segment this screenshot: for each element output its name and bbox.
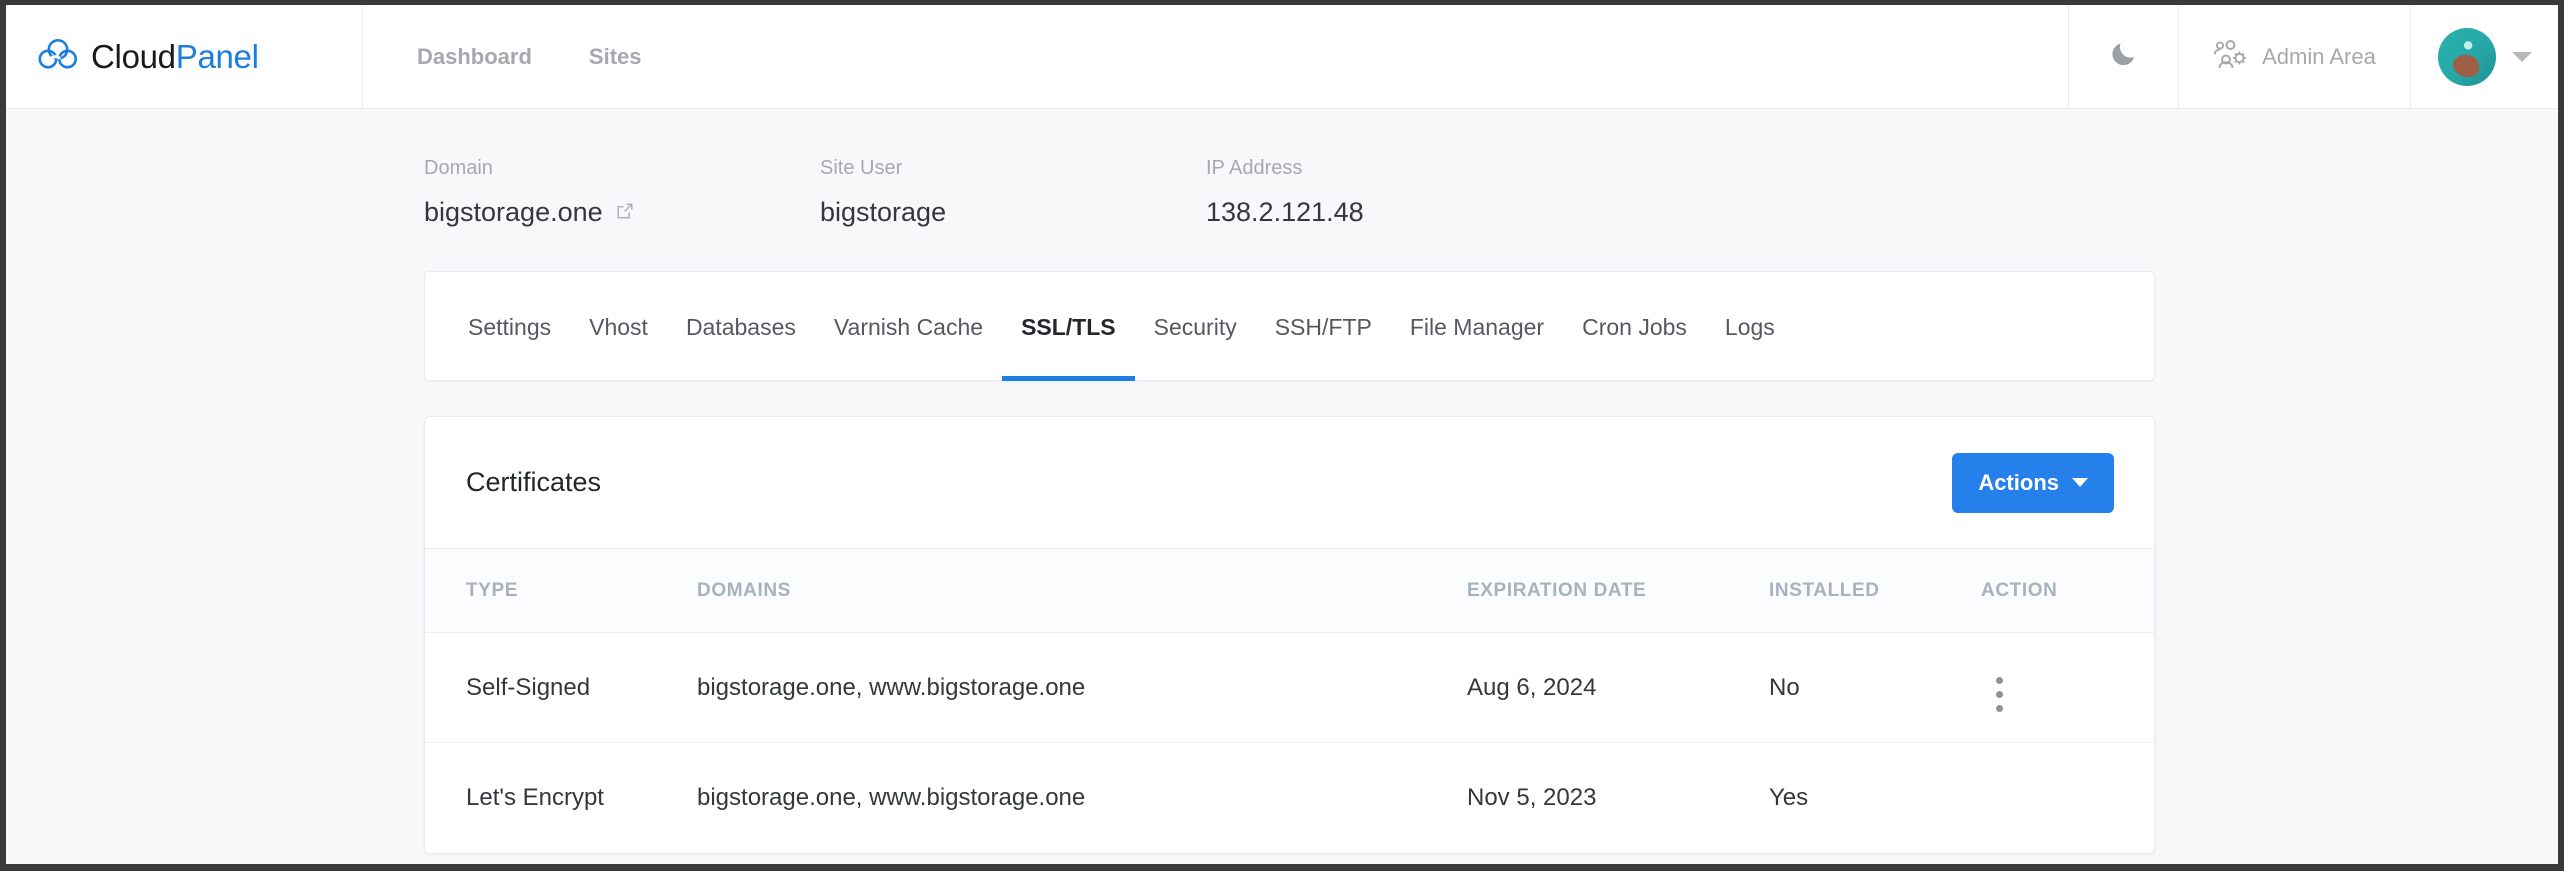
external-link-icon[interactable] <box>615 197 635 228</box>
tab-ssh-ftp[interactable]: SSH/FTP <box>1256 271 1391 381</box>
brand-logo-area[interactable]: CloudPanel <box>6 5 363 108</box>
certificates-card: Certificates Actions TYPE DOMAINS EXPIRA… <box>424 416 2155 854</box>
brand-title-part1: Cloud <box>91 37 176 75</box>
caret-down-icon <box>2072 478 2088 487</box>
kebab-dot <box>1995 704 2003 712</box>
table-header: TYPE DOMAINS EXPIRATION DATE INSTALLED A… <box>425 548 2154 633</box>
brand-title-part2: Panel <box>175 37 259 75</box>
cell-expiration-date: Aug 6, 2024 <box>1467 632 1769 743</box>
tab-databases[interactable]: Databases <box>667 271 815 381</box>
cell-domains: bigstorage.one, www.bigstorage.one <box>697 632 1467 743</box>
tab-vhost[interactable]: Vhost <box>570 271 667 381</box>
table-row: Let's Encrypt bigstorage.one, www.bigsto… <box>425 743 2154 853</box>
admin-area-link[interactable]: Admin Area <box>2178 5 2410 108</box>
app-viewport: CloudPanel Dashboard Sites Admin Area Do… <box>6 5 2558 864</box>
column-header-installed: INSTALLED <box>1769 548 1981 633</box>
site-meta-row: Domain bigstorage.one Site User bigstora… <box>6 109 2558 228</box>
cell-expiration-date: Nov 5, 2023 <box>1467 783 1597 811</box>
meta-site-user-label: Site User <box>820 157 903 179</box>
meta-site-user-value: bigstorage <box>820 197 947 227</box>
nav-dashboard[interactable]: Dashboard <box>417 44 532 70</box>
tab-logs[interactable]: Logs <box>1706 271 1794 381</box>
column-header-domains: DOMAINS <box>697 548 1467 633</box>
user-menu[interactable] <box>2410 5 2558 108</box>
page-content: Domain bigstorage.one Site User bigstora… <box>6 109 2558 854</box>
user-avatar <box>2437 27 2496 86</box>
top-right-actions: Admin Area <box>2068 5 2558 108</box>
table-body: Self-Signed bigstorage.one, www.bigstora… <box>425 632 2154 853</box>
users-gear-icon <box>2213 39 2247 74</box>
meta-site-user: Site User bigstorage <box>820 157 1206 228</box>
cell-installed: No <box>1769 632 1981 743</box>
cell-domains: bigstorage.one, www.bigstorage.one <box>697 783 1086 811</box>
meta-domain: Domain bigstorage.one <box>424 157 820 228</box>
table-header-row: TYPE DOMAINS EXPIRATION DATE INSTALLED A… <box>425 548 2154 633</box>
column-header-action: ACTION <box>1981 548 2154 633</box>
tab-settings[interactable]: Settings <box>449 271 570 381</box>
cell-installed: Yes <box>1769 783 1809 811</box>
cloud-logo-icon <box>38 37 78 76</box>
cell-type: Let's Encrypt <box>466 783 604 811</box>
actions-button[interactable]: Actions <box>1952 452 2114 513</box>
chevron-down-icon <box>2511 51 2532 62</box>
tab-varnish-cache[interactable]: Varnish Cache <box>815 271 1002 381</box>
cell-type: Self-Signed <box>425 632 697 743</box>
cell-action <box>1981 632 2154 743</box>
admin-area-label: Admin Area <box>2262 43 2376 69</box>
cell-action <box>1981 743 2154 853</box>
meta-ip-address-label: IP Address <box>1206 157 1303 179</box>
meta-ip-address: IP Address 138.2.121.48 <box>1206 157 1364 228</box>
column-header-type: TYPE <box>425 548 697 633</box>
tab-cron-jobs[interactable]: Cron Jobs <box>1563 271 1706 381</box>
meta-domain-label: Domain <box>424 157 493 179</box>
table-row: Self-Signed bigstorage.one, www.bigstora… <box>425 632 2154 743</box>
main-nav: Dashboard Sites <box>363 5 2068 108</box>
kebab-dot <box>1995 676 2003 684</box>
tab-security[interactable]: Security <box>1135 271 1256 381</box>
dark-mode-toggle[interactable] <box>2068 5 2178 108</box>
nav-sites[interactable]: Sites <box>589 44 642 70</box>
moon-icon <box>2109 39 2139 74</box>
meta-domain-value: bigstorage.one <box>424 197 603 227</box>
top-navbar: CloudPanel Dashboard Sites Admin Area <box>6 5 2558 109</box>
tab-file-manager[interactable]: File Manager <box>1391 271 1563 381</box>
page-title: Certificates <box>466 467 602 497</box>
column-header-expiration-date: EXPIRATION DATE <box>1467 548 1769 633</box>
meta-ip-address-value: 138.2.121.48 <box>1206 197 1364 227</box>
certificates-card-header: Certificates Actions <box>425 417 2154 548</box>
certificates-table: TYPE DOMAINS EXPIRATION DATE INSTALLED A… <box>425 548 2154 853</box>
meta-domain-value-wrap: bigstorage.one <box>424 197 820 228</box>
actions-button-label: Actions <box>1978 469 2059 495</box>
site-tabs: Settings Vhost Databases Varnish Cache S… <box>424 271 2155 381</box>
kebab-dot <box>1995 690 2003 698</box>
row-actions-kebab-icon[interactable] <box>1981 676 2017 712</box>
tab-ssl-tls[interactable]: SSL/TLS <box>1002 271 1135 381</box>
brand-title: CloudPanel <box>91 38 259 76</box>
